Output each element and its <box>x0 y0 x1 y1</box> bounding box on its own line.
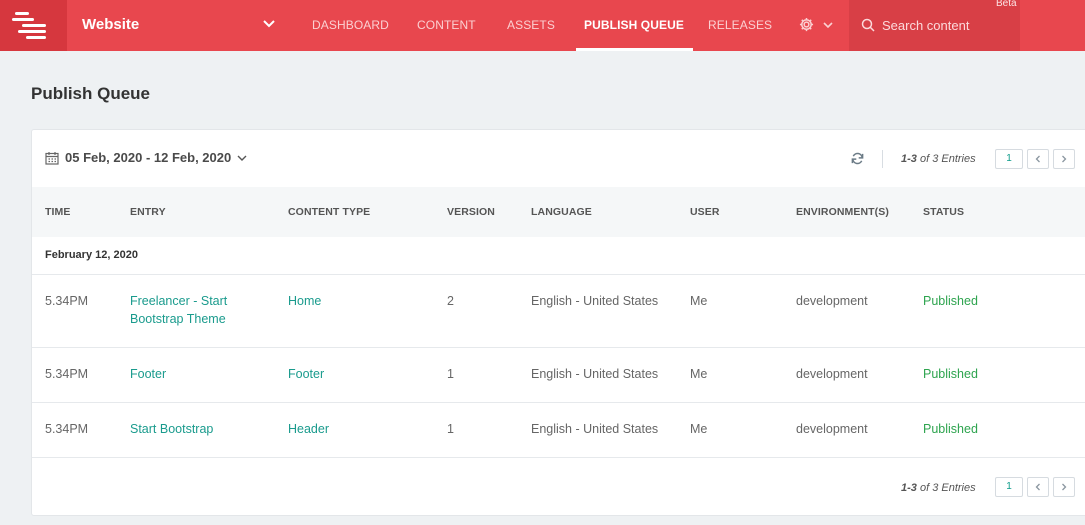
entry-title-line2: Bootstrap Theme <box>130 312 226 326</box>
content-type-link[interactable]: Footer <box>288 365 324 383</box>
nav-assets[interactable]: ASSETS <box>507 0 555 51</box>
col-time[interactable]: TIME <box>45 206 70 218</box>
next-page-button[interactable] <box>1053 149 1075 169</box>
entry-link[interactable]: Freelancer - Start Bootstrap Theme <box>130 292 227 328</box>
prev-page-button[interactable] <box>1027 149 1049 169</box>
page-title: Publish Queue <box>31 84 151 103</box>
cell-user: Me <box>690 422 708 436</box>
col-content-type[interactable]: CONTENT TYPE <box>288 206 370 218</box>
content-type-link[interactable]: Header <box>288 420 329 438</box>
entry-title-line1: Freelancer - Start <box>130 294 228 308</box>
cell-time: 5.34PM <box>45 367 89 381</box>
next-page-button[interactable] <box>1053 477 1075 497</box>
nav-dashboard[interactable]: DASHBOARD <box>312 0 389 51</box>
refresh-icon[interactable] <box>851 152 864 165</box>
entries-range: 1-3 <box>901 482 917 494</box>
app-logo[interactable] <box>0 0 67 51</box>
entries-total: of 3 Entries <box>919 153 976 165</box>
col-user[interactable]: USER <box>690 206 720 218</box>
stack-logo-icon <box>12 12 46 39</box>
beta-badge: Beta <box>996 0 1017 9</box>
chevron-left-icon <box>1035 155 1040 163</box>
col-status[interactable]: STATUS <box>923 206 964 218</box>
row-divider <box>32 402 1085 403</box>
prev-page-button[interactable] <box>1027 477 1049 497</box>
cell-environment: development <box>796 422 868 436</box>
status-badge: Published <box>923 294 978 308</box>
col-environments[interactable]: ENVIRONMENT(S) <box>796 206 889 218</box>
status-badge: Published <box>923 422 978 436</box>
chevron-right-icon <box>1062 483 1067 491</box>
stack-name[interactable]: Website <box>82 16 139 33</box>
row-divider <box>32 274 1085 275</box>
entries-total: of 3 Entries <box>919 482 976 494</box>
cell-version: 1 <box>447 422 454 436</box>
date-range-filter[interactable]: 05 Feb, 2020 - 12 Feb, 2020 <box>45 150 247 165</box>
entry-link[interactable]: Footer <box>130 365 166 383</box>
cell-language: English - United States <box>531 367 659 381</box>
col-version[interactable]: VERSION <box>447 206 495 218</box>
cell-version: 1 <box>447 367 454 381</box>
search-box <box>849 0 1020 51</box>
cell-user: Me <box>690 367 708 381</box>
col-entry[interactable]: ENTRY <box>130 206 166 218</box>
nav-content[interactable]: CONTENT <box>417 0 476 51</box>
page-number-button[interactable]: 1 <box>995 477 1023 497</box>
top-navigation-bar: Website DASHBOARD CONTENT ASSETS PUBLISH… <box>0 0 1085 51</box>
calendar-icon <box>45 151 59 165</box>
chevron-down-icon[interactable] <box>823 20 833 30</box>
status-badge: Published <box>923 367 978 381</box>
search-input[interactable] <box>882 15 1012 35</box>
cell-environment: development <box>796 367 868 381</box>
chevron-down-icon[interactable] <box>263 17 275 31</box>
chevron-right-icon <box>1062 155 1067 163</box>
publish-queue-panel: 05 Feb, 2020 - 12 Feb, 2020 1-3 of 3 Ent… <box>31 129 1085 516</box>
content-type-link[interactable]: Home <box>288 292 321 310</box>
date-range-label: 05 Feb, 2020 - 12 Feb, 2020 <box>65 150 232 165</box>
page-number-button[interactable]: 1 <box>995 149 1023 169</box>
entries-count-footer: 1-3 of 3 Entries <box>901 482 976 494</box>
cell-time: 5.34PM <box>45 422 89 436</box>
cell-time: 5.34PM <box>45 294 89 308</box>
cell-environment: development <box>796 294 868 308</box>
row-divider <box>32 347 1085 348</box>
search-icon <box>861 18 875 32</box>
cell-language: English - United States <box>531 422 659 436</box>
row-divider <box>32 457 1085 458</box>
chevron-left-icon <box>1035 483 1040 491</box>
cell-language: English - United States <box>531 294 659 308</box>
toolbar-divider <box>882 150 883 168</box>
entries-range: 1-3 <box>901 153 917 165</box>
chevron-down-icon <box>237 155 247 161</box>
cell-version: 2 <box>447 294 454 308</box>
entry-link[interactable]: Start Bootstrap <box>130 420 213 438</box>
date-group-label: February 12, 2020 <box>45 249 138 261</box>
col-language[interactable]: LANGUAGE <box>531 206 592 218</box>
cell-user: Me <box>690 294 708 308</box>
nav-publish-queue[interactable]: PUBLISH QUEUE <box>576 0 693 51</box>
nav-releases[interactable]: RELEASES <box>708 0 772 51</box>
entries-count: 1-3 of 3 Entries <box>901 153 976 165</box>
gear-icon[interactable] <box>799 17 814 32</box>
